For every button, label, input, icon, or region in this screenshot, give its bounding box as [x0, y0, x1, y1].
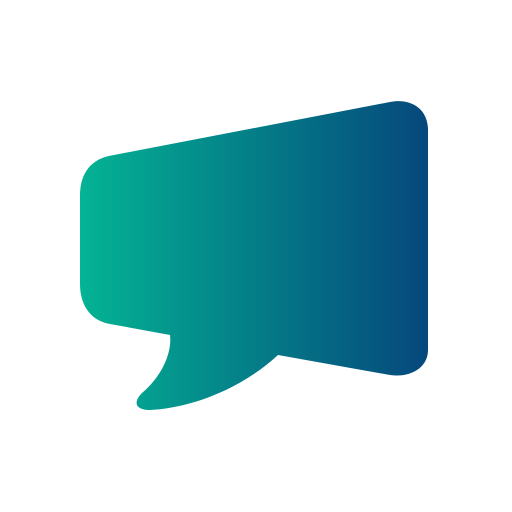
app-icon-canvas	[0, 0, 512, 512]
speech-bubble-shape	[80, 101, 428, 410]
speech-bubble-icon	[80, 101, 428, 410]
